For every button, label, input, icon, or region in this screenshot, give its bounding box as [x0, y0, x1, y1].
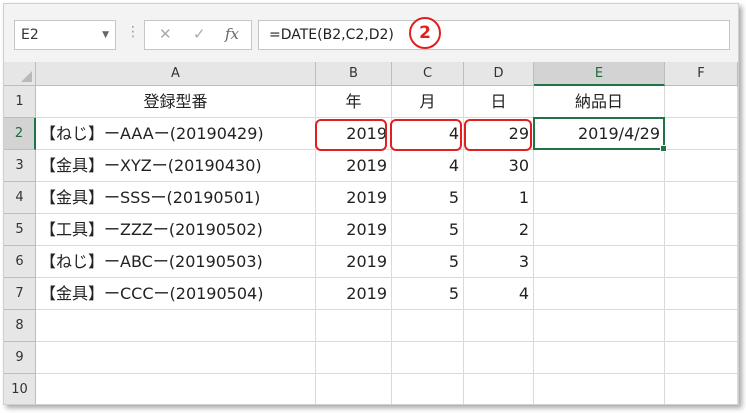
cell-c3[interactable]: 4 [392, 150, 464, 182]
header-cell-d[interactable]: 日 [464, 86, 534, 118]
cell-c5[interactable]: 5 [392, 214, 464, 246]
cell-e7[interactable] [534, 278, 665, 310]
cell-f2[interactable] [665, 118, 738, 150]
row-header-8[interactable]: 8 [4, 310, 36, 342]
header-cell-b[interactable]: 年 [316, 86, 392, 118]
formula-bar-area: E2 ▼ ⋮ ✕ ✓ fx =DATE(B2,C2,D2) 2 [4, 4, 738, 62]
cell-c7[interactable]: 5 [392, 278, 464, 310]
row-header-5[interactable]: 5 [4, 214, 36, 246]
column-header-e[interactable]: E [534, 62, 665, 86]
cell-a9[interactable] [36, 342, 316, 374]
name-box[interactable]: E2 ▼ [14, 20, 116, 50]
cell-b5[interactable]: 2019 [316, 214, 392, 246]
step-number-badge: 2 [409, 17, 441, 49]
cell-d5[interactable]: 2 [464, 214, 534, 246]
cell-c10[interactable] [392, 374, 464, 404]
cell-f1[interactable] [665, 86, 738, 118]
cell-b8[interactable] [316, 310, 392, 342]
cell-b4[interactable]: 2019 [316, 182, 392, 214]
row-header-3[interactable]: 3 [4, 150, 36, 182]
row-header-9[interactable]: 9 [4, 342, 36, 374]
active-cell-border [533, 117, 667, 152]
cell-d8[interactable] [464, 310, 534, 342]
name-box-value: E2 [21, 27, 39, 43]
highlight-b2 [315, 119, 387, 151]
chevron-down-icon[interactable]: ▼ [102, 21, 109, 49]
highlight-d2 [464, 119, 532, 151]
cell-a6[interactable]: 【ねじ】ーABCー(20190503) [36, 246, 316, 278]
row-header-10[interactable]: 10 [4, 374, 36, 404]
column-header-a[interactable]: A [36, 62, 316, 86]
cell-e5[interactable] [534, 214, 665, 246]
cell-e9[interactable] [534, 342, 665, 374]
column-header-b[interactable]: B [316, 62, 392, 86]
cell-f6[interactable] [665, 246, 738, 278]
cell-c4[interactable]: 5 [392, 182, 464, 214]
highlight-c2 [390, 119, 462, 151]
cell-c8[interactable] [392, 310, 464, 342]
cell-f8[interactable] [665, 310, 738, 342]
cell-b9[interactable] [316, 342, 392, 374]
row-header-2[interactable]: 2 [4, 118, 36, 150]
cell-e8[interactable] [534, 310, 665, 342]
cell-d4[interactable]: 1 [464, 182, 534, 214]
cell-e4[interactable] [534, 182, 665, 214]
drag-handle-icon[interactable]: ⋮ [126, 24, 140, 40]
select-all-button[interactable] [4, 62, 36, 86]
header-cell-c[interactable]: 月 [392, 86, 464, 118]
cell-e6[interactable] [534, 246, 665, 278]
formula-buttons: ✕ ✓ fx [144, 20, 252, 50]
cell-a8[interactable] [36, 310, 316, 342]
cell-f7[interactable] [665, 278, 738, 310]
column-header-c[interactable]: C [392, 62, 464, 86]
cell-d10[interactable] [464, 374, 534, 404]
row-header-4[interactable]: 4 [4, 182, 36, 214]
formula-input[interactable]: =DATE(B2,C2,D2) [258, 20, 730, 50]
cell-d6[interactable]: 3 [464, 246, 534, 278]
enter-check-icon[interactable]: ✓ [193, 25, 206, 43]
cell-c9[interactable] [392, 342, 464, 374]
row-header-6[interactable]: 6 [4, 246, 36, 278]
header-cell-e[interactable]: 納品日 [534, 86, 665, 118]
column-header-d[interactable]: D [464, 62, 534, 86]
cell-a5[interactable]: 【工具】ーZZZー(20190502) [36, 214, 316, 246]
cell-d3[interactable]: 30 [464, 150, 534, 182]
cell-b10[interactable] [316, 374, 392, 404]
cell-b3[interactable]: 2019 [316, 150, 392, 182]
cell-e3[interactable] [534, 150, 665, 182]
cell-f10[interactable] [665, 374, 738, 404]
insert-function-icon[interactable]: fx [225, 25, 239, 43]
cell-a4[interactable]: 【金具】ーSSSー(20190501) [36, 182, 316, 214]
spreadsheet-window: E2 ▼ ⋮ ✕ ✓ fx =DATE(B2,C2,D2) 2 ABCDEF 1… [3, 3, 739, 405]
cell-a2[interactable]: 【ねじ】ーAAAー(20190429) [36, 118, 316, 150]
cell-a7[interactable]: 【金具】ーCCCー(20190504) [36, 278, 316, 310]
row-header-1[interactable]: 1 [4, 86, 36, 118]
cell-f9[interactable] [665, 342, 738, 374]
header-cell-a[interactable]: 登録型番 [36, 86, 316, 118]
cell-b6[interactable]: 2019 [316, 246, 392, 278]
cell-a10[interactable] [36, 374, 316, 404]
cell-d7[interactable]: 4 [464, 278, 534, 310]
cell-e10[interactable] [534, 374, 665, 404]
cancel-icon[interactable]: ✕ [159, 25, 172, 43]
cell-f5[interactable] [665, 214, 738, 246]
cell-c6[interactable]: 5 [392, 246, 464, 278]
row-header-7[interactable]: 7 [4, 278, 36, 310]
column-header-f[interactable]: F [665, 62, 738, 86]
cell-b7[interactable]: 2019 [316, 278, 392, 310]
cell-f4[interactable] [665, 182, 738, 214]
cell-d9[interactable] [464, 342, 534, 374]
cell-a3[interactable]: 【金具】ーXYZー(20190430) [36, 150, 316, 182]
cell-f3[interactable] [665, 150, 738, 182]
